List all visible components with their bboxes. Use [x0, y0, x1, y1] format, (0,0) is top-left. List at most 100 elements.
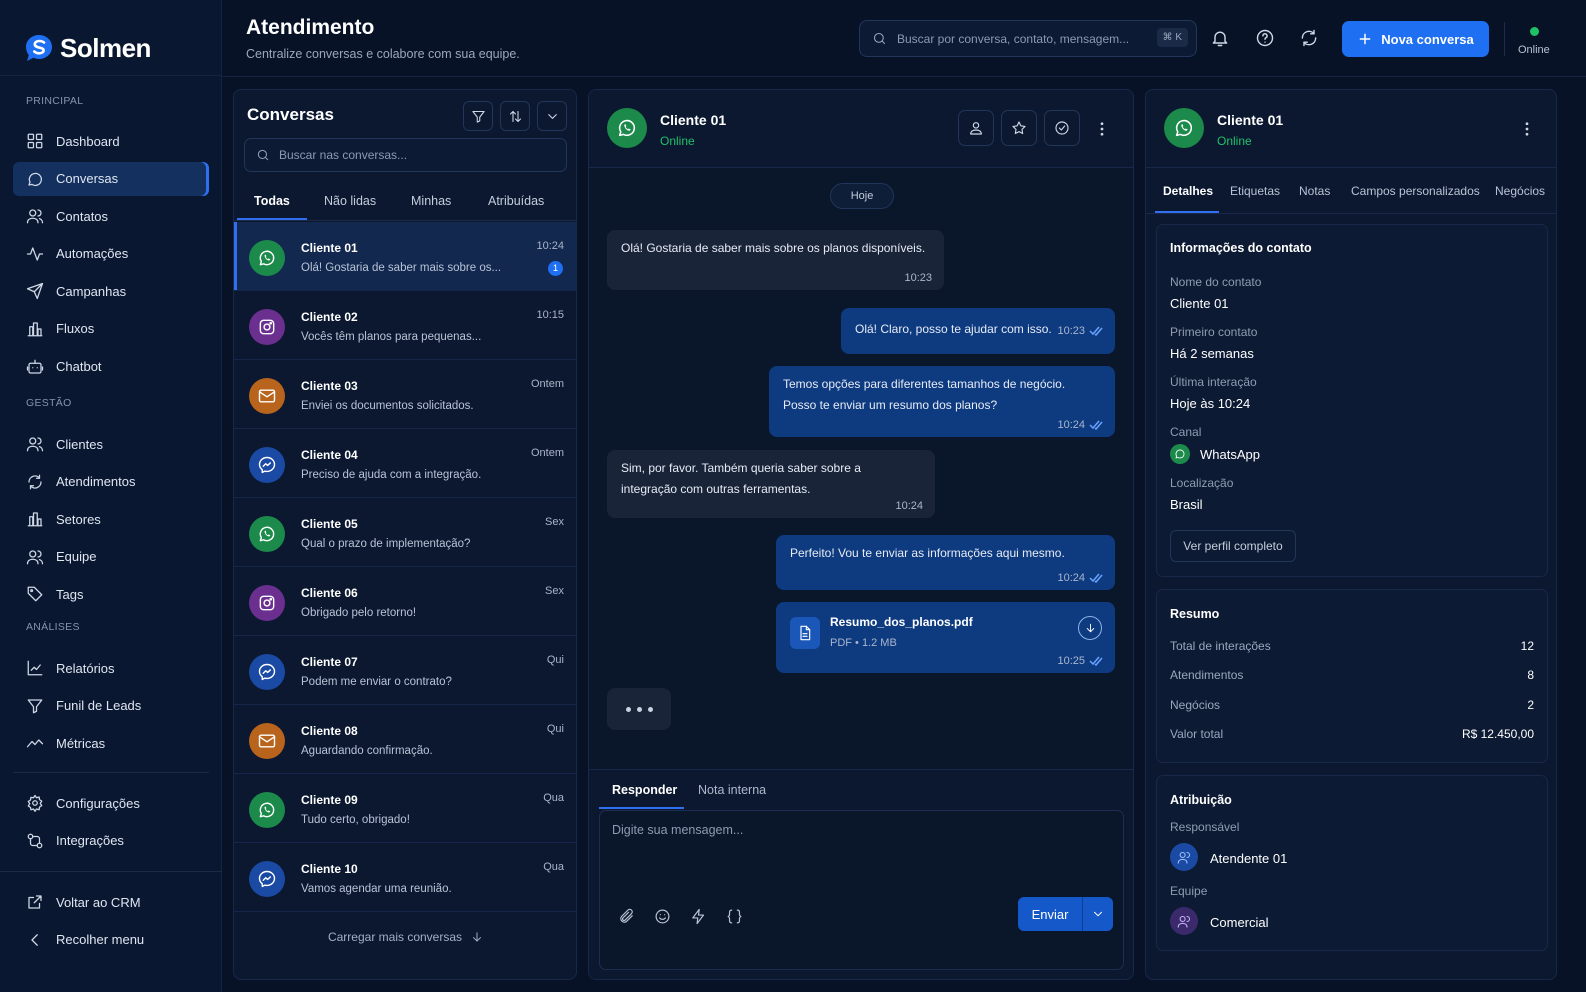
messenger-icon	[258, 663, 276, 681]
nav-conversas[interactable]: Conversas	[13, 161, 209, 196]
view-full-profile-button[interactable]: Ver perfil completo	[1170, 530, 1296, 562]
global-search[interactable]: ⌘ K	[859, 20, 1197, 57]
conversation-row[interactable]: Cliente 04 Preciso de ajuda com a integra…	[234, 429, 576, 498]
details-more-button[interactable]	[1518, 120, 1536, 138]
conversation-avatar	[249, 654, 285, 690]
help-button[interactable]	[1255, 28, 1275, 48]
messenger-icon	[258, 870, 276, 888]
conversation-preview: Qual o prazo de implementação?	[301, 538, 471, 550]
tab-nota-interna[interactable]: Nota interna	[698, 783, 766, 797]
tab-etiquetas[interactable]: Etiquetas	[1230, 184, 1280, 198]
conversation-row[interactable]: Cliente 03 Enviei os documentos solicitad…	[234, 360, 576, 429]
conversation-row[interactable]: Cliente 07 Podem me enviar o contrato? Qui	[234, 636, 576, 705]
load-more-label: Carregar mais conversas	[327, 930, 463, 944]
conversation-row[interactable]: Cliente 01 Olá! Gostaria de saber mais so…	[234, 222, 576, 291]
nav-relatorios[interactable]: Relatórios	[13, 651, 209, 685]
nav-chatbot[interactable]: Chatbot	[13, 350, 209, 384]
message-time: 10:23	[1057, 325, 1103, 337]
message-list: Hoje Olá! Gostaria de saber mais sobre o…	[589, 168, 1133, 769]
nav-recolher-menu[interactable]: Recolher menu	[13, 923, 209, 957]
online-status-label[interactable]: Online	[1518, 44, 1550, 56]
emoji-button[interactable]	[654, 908, 671, 925]
favorite-button[interactable]	[1001, 110, 1037, 146]
load-more-button[interactable]: Carregar mais conversas	[234, 930, 576, 944]
whatsapp-icon	[259, 250, 275, 266]
nav-voltar-crm[interactable]: Voltar ao CRM	[13, 885, 209, 919]
tab-nao-lidas[interactable]: Não lidas	[324, 194, 376, 208]
assign-contact-button[interactable]	[958, 110, 994, 146]
options-dropdown-button[interactable]	[537, 101, 567, 131]
send-options-button[interactable]	[1083, 907, 1113, 921]
nav-tags[interactable]: Tags	[13, 577, 209, 611]
chat-panel: Cliente 01 Online Hoje Olá! Gostaria de …	[588, 89, 1134, 980]
tab-responder[interactable]: Responder	[612, 783, 677, 797]
top-header: Atendimento Centralize conversas e colab…	[222, 0, 1586, 77]
nav-configuracoes[interactable]: Configurações	[13, 786, 209, 820]
nav-setores[interactable]: Setores	[13, 502, 209, 536]
chat-contact-name: Cliente 01	[660, 112, 727, 128]
conversation-name: Cliente 05	[301, 517, 358, 531]
file-message[interactable]: Resumo_dos_planos.pdf PDF • 1.2 MB 10:25	[776, 602, 1115, 673]
tab-negocios[interactable]: Negócios	[1495, 184, 1545, 198]
tab-campos-personalizados[interactable]: Campos personalizados	[1351, 184, 1480, 198]
responsible-name[interactable]: Atendente 01	[1210, 851, 1287, 866]
conversation-row[interactable]: Cliente 09 Tudo certo, obrigado! Qua	[234, 774, 576, 843]
nav-dashboard[interactable]: Dashboard	[13, 124, 209, 158]
tab-atribuidas[interactable]: Atribuídas	[488, 194, 544, 208]
conversation-row[interactable]: Cliente 06 Obrigado pelo retorno! Sex	[234, 567, 576, 636]
nav-contatos[interactable]: Contatos	[13, 199, 209, 233]
conversation-search-input[interactable]	[279, 148, 549, 162]
contact-info-title: Informações do contato	[1170, 241, 1312, 255]
team-name[interactable]: Comercial	[1210, 915, 1269, 930]
nav-label: Atendimentos	[56, 474, 136, 490]
nav-clientes[interactable]: Clientes	[13, 427, 209, 461]
more-vertical-icon	[1525, 122, 1529, 136]
conversation-row[interactable]: Cliente 10 Vamos agendar uma reunião. Qua	[234, 843, 576, 912]
send-button[interactable]: Enviar	[1018, 907, 1082, 922]
new-conversation-button[interactable]: Nova conversa	[1342, 21, 1489, 57]
chat-more-button[interactable]	[1093, 120, 1111, 138]
conversation-row[interactable]: Cliente 05 Qual o prazo de implementação?…	[234, 498, 576, 567]
message-input[interactable]	[612, 823, 1102, 873]
refresh-button[interactable]	[1299, 28, 1319, 48]
download-button[interactable]	[1078, 616, 1102, 640]
nav-campanhas[interactable]: Campanhas	[13, 274, 209, 308]
conversation-time: Ontem	[530, 378, 564, 390]
variables-button[interactable]	[726, 908, 743, 925]
tab-notas[interactable]: Notas	[1299, 184, 1330, 198]
nav-equipe[interactable]: Equipe	[13, 540, 209, 574]
attach-button[interactable]	[618, 908, 635, 925]
whatsapp-icon	[259, 526, 275, 542]
nav-fluxos[interactable]: Fluxos	[13, 312, 209, 346]
nav-funil[interactable]: Funil de Leads	[13, 689, 209, 723]
tab-detalhes[interactable]: Detalhes	[1163, 184, 1213, 198]
sort-button[interactable]	[500, 101, 530, 131]
instagram-icon	[259, 595, 275, 611]
more-vertical-icon	[1100, 122, 1104, 136]
notifications-button[interactable]	[1210, 28, 1230, 48]
conversation-time: 10:24	[536, 240, 564, 252]
filter-button[interactable]	[463, 101, 493, 131]
user-icon	[970, 122, 982, 135]
header-divider	[1504, 22, 1505, 56]
conversation-search[interactable]	[244, 138, 567, 172]
tab-minhas[interactable]: Minhas	[411, 194, 451, 208]
file-name[interactable]: Resumo_dos_planos.pdf	[830, 612, 973, 633]
nav-automacoes[interactable]: Automações	[13, 237, 209, 271]
quick-reply-button[interactable]	[690, 908, 707, 925]
global-search-input[interactable]	[897, 31, 1147, 46]
brand-logo[interactable]: Solmen	[0, 0, 221, 76]
resolve-button[interactable]	[1044, 110, 1080, 146]
details-header: Cliente 01 Online	[1146, 90, 1556, 168]
conversations-panel: Conversas Todas Não lidas Minhas Atribuí…	[233, 89, 577, 980]
conversation-preview: Olá! Gostaria de saber mais sobre os...	[301, 262, 502, 274]
sort-arrows-icon	[509, 110, 521, 122]
tab-todas[interactable]: Todas	[254, 194, 290, 208]
conversation-avatar	[249, 240, 285, 276]
nav-atendimentos[interactable]: Atendimentos	[13, 465, 209, 499]
conversation-row[interactable]: Cliente 08 Aguardando confirmação. Qui	[234, 705, 576, 774]
nav-metricas[interactable]: Métricas	[13, 726, 209, 760]
conversation-row[interactable]: Cliente 02 Vocês têm planos para pequenas…	[234, 291, 576, 360]
nav-integracoes[interactable]: Integrações	[13, 824, 209, 858]
instagram-icon	[259, 319, 275, 335]
